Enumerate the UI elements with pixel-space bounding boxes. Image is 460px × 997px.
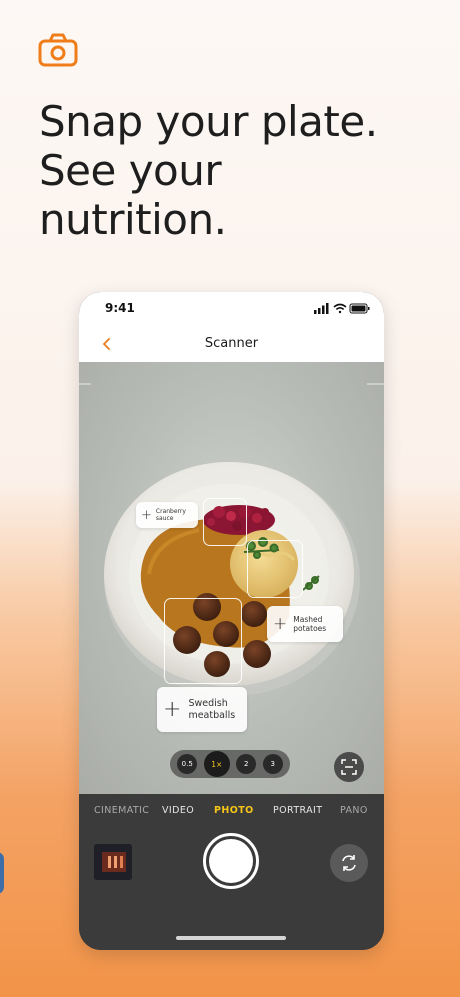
zoom-3-button[interactable]: 3 (262, 754, 283, 774)
detection-box-meatballs (164, 598, 242, 684)
shutter-button[interactable] (203, 833, 259, 889)
edge-decoration (0, 852, 4, 894)
zoom-selector: 0.5 1× 2 3 (170, 750, 290, 778)
mode-pano[interactable]: PANO (340, 805, 368, 816)
mode-photo[interactable]: PHOTO (214, 805, 254, 816)
detection-box-cranberry (203, 498, 247, 546)
zoom-1x-button[interactable]: 1× (203, 751, 230, 777)
home-indicator (176, 936, 286, 940)
food-tag-swedish-meatballs[interactable]: + Swedish meatballs (157, 687, 247, 732)
scan-button[interactable] (334, 752, 364, 782)
camera-flip-icon (342, 855, 356, 871)
food-tag-label: Cranberry sauce (155, 507, 186, 522)
mode-portrait[interactable]: PORTRAIT (273, 805, 322, 816)
battery-icon (349, 303, 370, 314)
mode-cinematic[interactable]: CINEMATIC (94, 805, 149, 816)
headline: Snap your plate. See your nutrition. (39, 97, 439, 244)
zoom-0-5-button[interactable]: 0.5 (177, 754, 198, 774)
headline-line-1: Snap your plate. (39, 97, 378, 146)
last-photo-thumbnail[interactable] (94, 844, 132, 880)
food-tag-label: Mashed potatoes (293, 615, 327, 633)
nav-bar: Scanner (79, 324, 384, 362)
food-tag-cranberry-sauce[interactable]: + Cranberry sauce (136, 502, 198, 528)
camera-controls: CINEMATIC VIDEO PHOTO PORTRAIT PANO (79, 794, 384, 950)
headline-line-2: See your (39, 146, 222, 195)
camera-viewfinder[interactable]: + Cranberry sauce + Mashed potatoes + Sw… (79, 362, 384, 794)
mode-video[interactable]: VIDEO (162, 805, 194, 816)
headline-line-3: nutrition. (39, 195, 227, 244)
wifi-icon (333, 303, 347, 314)
zoom-2-button[interactable]: 2 (236, 754, 257, 774)
plus-icon: + (141, 507, 152, 523)
page-title: Scanner (204, 336, 259, 351)
plus-icon: + (273, 613, 288, 634)
signal-icon (314, 303, 329, 314)
food-tag-mashed-potatoes[interactable]: + Mashed potatoes (267, 606, 343, 642)
status-icons (314, 303, 370, 314)
food-tag-label: Swedish meatballs (188, 698, 236, 721)
status-time: 9:41 (105, 301, 135, 315)
mode-selector: CINEMATIC VIDEO PHOTO PORTRAIT PANO (79, 805, 384, 821)
status-bar: 9:41 (79, 292, 384, 324)
plus-icon: + (163, 696, 182, 722)
camera-flip-button[interactable] (330, 844, 368, 882)
scan-frame-icon (341, 759, 357, 775)
detection-box-potatoes (247, 540, 303, 598)
camera-icon (38, 33, 78, 67)
phone-mockup: 9:41 Scanner + Cranberry sauce + Mashed … (79, 292, 384, 950)
